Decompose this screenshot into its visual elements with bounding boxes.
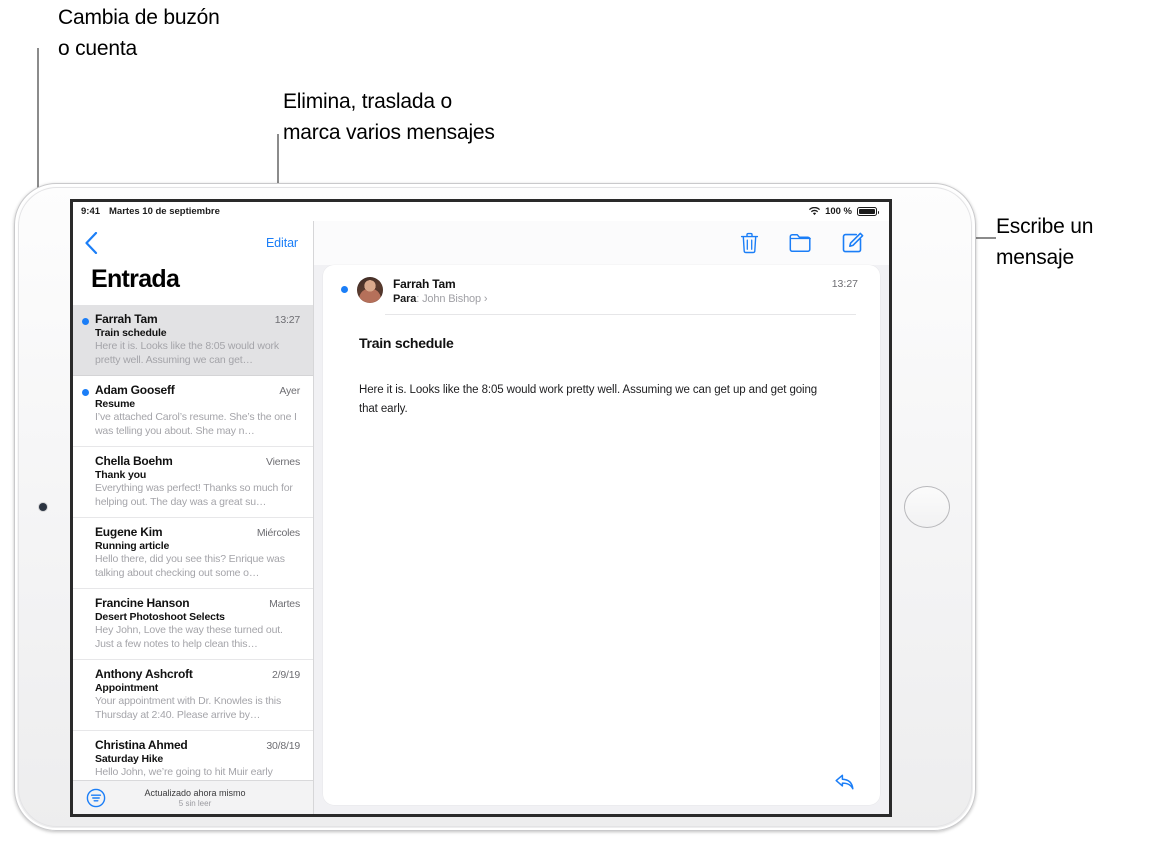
sender-name: Anthony Ashcroft	[95, 667, 193, 681]
list-item[interactable]: Adam Gooseff Ayer Resume I’ve attached C…	[73, 376, 313, 447]
mailbox-sidebar: Editar Entrada Farrah Tam 13:27 Train sc…	[73, 221, 314, 814]
message-date: 13:27	[274, 314, 300, 326]
message-header: Farrah Tam Para: John Bishop › 13:27	[323, 265, 880, 314]
message-preview: Hello there, did you see this? Enrique w…	[95, 553, 285, 579]
message-subject: Appointment	[95, 682, 159, 694]
battery-icon	[857, 207, 879, 216]
edit-button[interactable]: Editar	[266, 236, 298, 250]
message-date: 30/8/19	[266, 740, 300, 752]
wifi-icon	[809, 207, 821, 216]
ipad-device-frame: 9:41 Martes 10 de septiembre 100 % Edita…	[14, 183, 976, 831]
message-preview: I’ve attached Carol’s resume. She’s the …	[95, 411, 297, 437]
message-date: Ayer	[279, 385, 300, 397]
message-preview: Everything was perfect! Thanks so much f…	[95, 482, 293, 508]
message-subject: Resume	[95, 398, 135, 410]
recipient-row[interactable]: Para: John Bishop ›	[393, 293, 832, 305]
list-item[interactable]: Farrah Tam 13:27 Train schedule Here it …	[73, 305, 313, 376]
message-subject: Train schedule	[359, 335, 454, 351]
status-bar-left: 9:41 Martes 10 de septiembre	[81, 206, 220, 217]
callout-compose-label: Escribe un mensaje	[996, 215, 1094, 269]
list-item-header: Chella Boehm Viernes	[95, 454, 300, 468]
sender-name: Francine Hanson	[95, 596, 190, 610]
message-subject: Desert Photoshoot Selects	[95, 611, 225, 623]
reply-icon[interactable]	[835, 774, 855, 791]
message-subject: Running article	[95, 540, 170, 552]
message-date: 2/9/19	[272, 669, 300, 681]
folder-icon[interactable]	[789, 233, 812, 253]
message-date: Viernes	[265, 456, 300, 468]
sender-name: Chella Boehm	[95, 454, 173, 468]
message-date: Martes	[269, 598, 300, 610]
sender-name: Adam Gooseff	[95, 383, 175, 397]
message-detail-pane: Farrah Tam Para: John Bishop › 13:27 Tra…	[314, 221, 889, 814]
unread-dot	[82, 318, 89, 325]
sidebar-status: Actualizado ahora mismo 5 sin leer	[73, 788, 313, 808]
ipad-screen: 9:41 Martes 10 de septiembre 100 % Edita…	[70, 199, 892, 817]
message-preview: Here it is. Looks like the 8:05 would wo…	[95, 340, 279, 366]
recipient-label: Para	[393, 293, 417, 305]
status-bar: 9:41 Martes 10 de septiembre 100 %	[73, 202, 889, 221]
list-item-header: Farrah Tam 13:27	[95, 312, 300, 326]
sidebar-footer: Actualizado ahora mismo 5 sin leer	[73, 780, 313, 814]
message-preview: Your appointment with Dr. Knowles is thi…	[95, 695, 282, 721]
list-item[interactable]: Eugene Kim Miércoles Running article Hel…	[73, 518, 313, 589]
callout-edit-label: Elimina, traslada o marca varios mensaje…	[283, 90, 495, 144]
sender-name: Eugene Kim	[95, 525, 163, 539]
message-subject: Thank you	[95, 469, 147, 481]
battery-percent: 100 %	[825, 206, 852, 217]
trash-icon[interactable]	[740, 232, 759, 254]
front-camera	[39, 503, 47, 511]
message-list[interactable]: Farrah Tam 13:27 Train schedule Here it …	[73, 305, 313, 780]
list-item-header: Adam Gooseff Ayer	[95, 383, 300, 397]
sender-name: Farrah Tam	[95, 312, 158, 326]
home-button[interactable]	[904, 486, 950, 528]
sender-name: Farrah Tam	[393, 277, 456, 291]
list-item[interactable]: Chella Boehm Viernes Thank you Everythin…	[73, 447, 313, 518]
list-item[interactable]: Anthony Ashcroft 2/9/19 Appointment Your…	[73, 660, 313, 731]
message-header-text: Farrah Tam Para: John Bishop ›	[393, 277, 832, 305]
message-date: Miércoles	[256, 527, 300, 539]
status-time: 9:41	[81, 206, 101, 217]
chevron-right-icon: ›	[483, 293, 488, 305]
sidebar-nav-bar: Editar	[73, 221, 313, 265]
page-title: Entrada	[91, 265, 180, 293]
list-item-header: Christina Ahmed 30/8/19	[95, 738, 300, 752]
compose-icon[interactable]	[842, 232, 864, 254]
filter-icon[interactable]	[86, 788, 106, 808]
avatar	[357, 277, 383, 303]
status-bar-right: 100 %	[809, 206, 879, 217]
message-card: Farrah Tam Para: John Bishop › 13:27 Tra…	[323, 265, 880, 805]
sender-name: Christina Ahmed	[95, 738, 188, 752]
message-preview: Hello John, we’re going to hit Muir earl…	[95, 766, 273, 778]
list-item-header: Francine Hanson Martes	[95, 596, 300, 610]
update-status-text: Actualizado ahora mismo	[144, 787, 246, 798]
split-view: Editar Entrada Farrah Tam 13:27 Train sc…	[73, 221, 889, 814]
list-item-header: Anthony Ashcroft 2/9/19	[95, 667, 300, 681]
list-item[interactable]: Christina Ahmed 30/8/19 Saturday Hike He…	[73, 731, 313, 780]
message-subject: Train schedule	[95, 327, 167, 339]
message-time: 13:27	[831, 278, 858, 290]
message-body: Here it is. Looks like the 8:05 would wo…	[359, 384, 818, 415]
status-date: Martes 10 de septiembre	[109, 206, 220, 217]
detail-toolbar	[314, 221, 889, 265]
unread-dot	[341, 286, 348, 293]
callout-mailbox-label: Cambia de buzón o cuenta	[58, 6, 220, 60]
recipient-name: John Bishop	[422, 293, 481, 305]
unread-dot	[82, 389, 89, 396]
unread-count-text: 5 sin leer	[178, 798, 212, 808]
list-item-header: Eugene Kim Miércoles	[95, 525, 300, 539]
back-chevron-icon[interactable]	[84, 232, 98, 254]
screenshot-root: Cambia de buzón o cuenta Elimina, trasla…	[0, 0, 1149, 841]
message-subject: Saturday Hike	[95, 753, 164, 765]
list-item[interactable]: Francine Hanson Martes Desert Photoshoot…	[73, 589, 313, 660]
message-preview: Hey John, Love the way these turned out.…	[95, 624, 283, 650]
